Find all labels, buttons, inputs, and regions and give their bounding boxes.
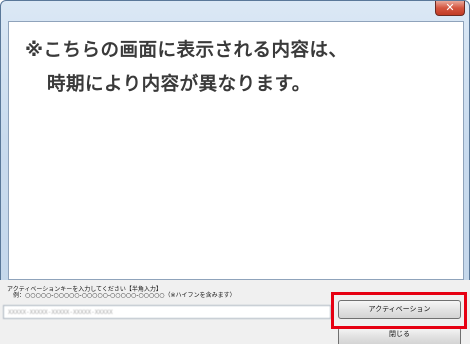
close-icon: ✕ bbox=[445, 1, 455, 14]
activation-key-input[interactable] bbox=[3, 305, 331, 319]
notice-line-1: ※こちらの画面に表示される内容は、 bbox=[25, 40, 348, 61]
window-close-button[interactable]: ✕ bbox=[435, 1, 465, 16]
content-panel: ※こちらの画面に表示される内容は、 時期により内容が異なります。 bbox=[8, 21, 464, 280]
title-bar: ✕ bbox=[1, 1, 469, 19]
notice-text: ※こちらの画面に表示される内容は、 時期により内容が異なります。 bbox=[25, 34, 348, 102]
notice-line-2: 時期により内容が異なります。 bbox=[47, 74, 311, 95]
activation-key-example: 例：○○○○○-○○○○○-○○○○○-○○○○○-○○○○○（※ハイフンを含み… bbox=[13, 292, 236, 299]
close-button[interactable]: 閉じる bbox=[338, 327, 461, 344]
activation-button[interactable]: アクティベーション bbox=[338, 300, 461, 319]
